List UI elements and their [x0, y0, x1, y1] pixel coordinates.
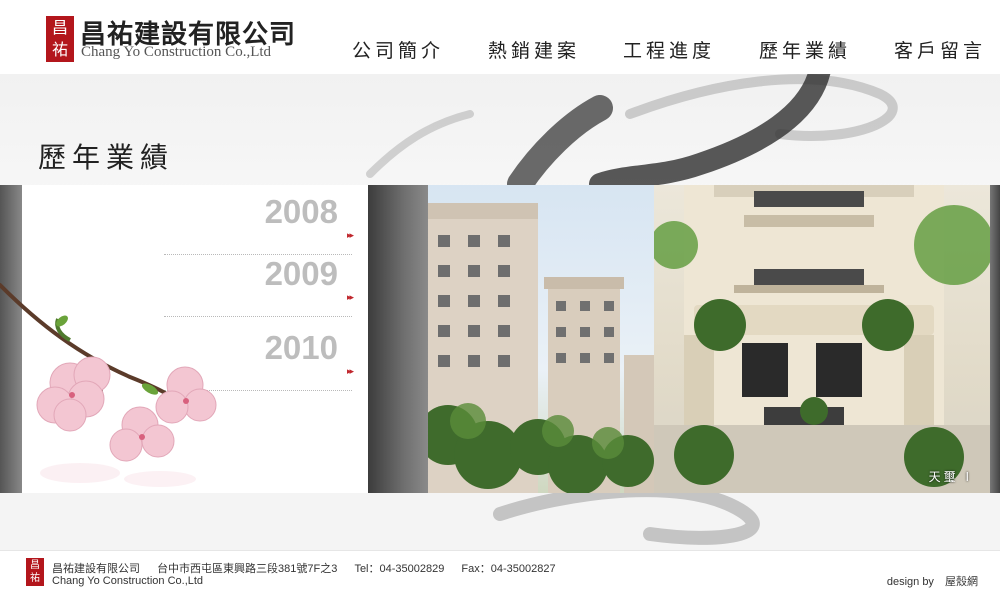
footer-fax: Fax：04-35002827 [461, 563, 556, 575]
footer-logo-seal: 昌祐 [26, 558, 44, 586]
main-nav: 公司簡介 熱銷建案 工程進度 歷年業績 客戶留言 [0, 36, 1000, 66]
site-footer: 昌祐 昌祐建設有限公司 台中市西屯區東興路三段381號7F之3 Tel：04-3… [0, 550, 1000, 590]
footer-contact-line: 昌祐建設有限公司 台中市西屯區東興路三段381號7F之3 Tel：04-3500… [52, 560, 570, 576]
year-label: 2008 [264, 193, 338, 230]
nav-item-about[interactable]: 公司簡介 [352, 36, 444, 63]
nav-item-achievements[interactable]: 歷年業績 [759, 36, 851, 63]
double-arrow-icon: ▸▸ [346, 292, 354, 302]
ink-brush-stroke-left [366, 110, 474, 178]
nav-item-progress[interactable]: 工程進度 [623, 36, 715, 63]
right-strip [990, 185, 1000, 493]
page-title: 歷年業績 [38, 141, 175, 174]
project-photo-entrance[interactable]: 天璽 I [654, 185, 990, 493]
middle-strip [368, 185, 428, 493]
tower-illustration [428, 203, 654, 493]
year-label: 2010 [264, 329, 338, 366]
cherry-blossom-illustration [0, 283, 217, 487]
project-photo-towers[interactable] [428, 185, 654, 493]
entrance-illustration [654, 185, 990, 493]
photo-caption: 天璽 I [928, 470, 972, 484]
nav-item-messages[interactable]: 客戶留言 [894, 36, 986, 63]
footer-tel: Tel：04-35002829 [354, 563, 445, 575]
design-credit: design by 屋殼網 [887, 573, 978, 589]
double-arrow-icon: ▸▸ [346, 366, 354, 376]
design-credit-label: design by [886, 576, 934, 588]
year-label: 2009 [264, 255, 338, 292]
site-header: 昌祐 昌祐建設有限公司 Chang Yo Construction Co.,Lt… [0, 0, 1000, 74]
footer-company-name: 昌祐建設有限公司 [52, 563, 140, 575]
footer-seal-text: 昌祐 [30, 560, 40, 584]
footer-company-name-en: Chang Yo Construction Co.,Ltd [52, 575, 204, 587]
design-credit-link[interactable]: 屋殼網 [945, 576, 978, 588]
double-arrow-icon: ▸▸ [346, 230, 354, 240]
footer-address: 台中市西屯區東興路三段381號7F之3 [157, 563, 338, 575]
year-link-2008[interactable]: 2008 ▸▸ [164, 185, 354, 255]
year-list-panel: 2008 ▸▸ 2009 ▸▸ 2010 ▸▸ [0, 185, 368, 493]
nav-item-hot-projects[interactable]: 熱銷建案 [488, 36, 580, 63]
